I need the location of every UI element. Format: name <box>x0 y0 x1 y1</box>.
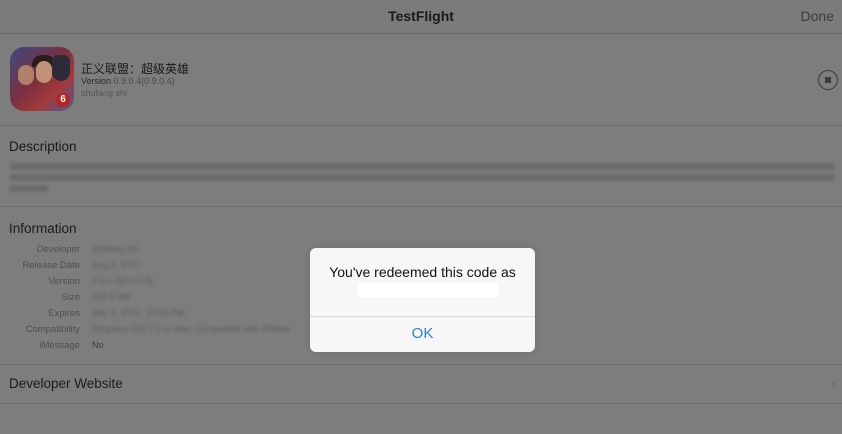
alert-message: You've redeemed this code as <box>329 264 516 280</box>
ok-button[interactable]: OK <box>310 317 535 352</box>
divider <box>0 364 842 365</box>
information-title: Information <box>9 221 77 236</box>
info-value-release-date: Aug 2, 2017 <box>92 260 141 270</box>
app-name: 正义联盟：超级英雄 <box>81 62 190 76</box>
nav-title: TestFlight <box>388 8 454 24</box>
stop-install-button[interactable] <box>818 70 838 90</box>
done-button[interactable]: Done <box>801 8 834 24</box>
redacted-email-field <box>358 283 498 297</box>
info-label-developer: Developer <box>36 244 80 255</box>
info-value-size: 293.6 MB <box>92 292 131 302</box>
chevron-right-icon: › <box>831 375 836 391</box>
version-value: 0.9.0.4(0.9.0.4) <box>113 76 175 86</box>
info-label-expires: Expires <box>48 308 80 319</box>
version-label: Version <box>81 76 112 86</box>
info-label-release-date: Release Date <box>22 260 80 271</box>
heroine-face-shape <box>36 61 52 83</box>
info-value-expires: Sep 2, 2017, 10:09 PM <box>92 308 185 318</box>
stop-icon <box>825 77 831 83</box>
description-text-line <box>10 163 835 170</box>
app-version: Version 0.9.0.4(0.9.0.4) <box>81 76 175 86</box>
navigation-bar: TestFlight Done <box>0 0 842 34</box>
redeem-alert-dialog: You've redeemed this code as OK <box>310 248 535 352</box>
developer-website-link[interactable]: Developer Website <box>9 376 123 391</box>
info-label-size: Size <box>61 292 80 303</box>
info-value-imessage: No <box>92 340 104 350</box>
app-icon: 6 <box>10 47 74 111</box>
app-developer: shufang shi <box>81 88 128 98</box>
description-text-line <box>10 174 835 181</box>
info-label-version: Version <box>48 276 80 287</box>
divider <box>0 403 842 404</box>
info-label-compatibility: Compatibility <box>25 324 80 335</box>
info-value-compatibility: Requires iOS 7.0 or later. Compatible wi… <box>92 324 291 334</box>
info-value-developer: shufang shi <box>92 244 139 254</box>
divider <box>0 206 842 207</box>
description-title: Description <box>9 139 77 154</box>
bat-mask-shape <box>52 55 70 81</box>
info-value-version: 0.9.0.4(0.9.0.4) <box>92 276 154 286</box>
hero-face-shape <box>18 65 34 85</box>
info-label-imessage: iMessage <box>39 340 80 351</box>
description-text-line <box>10 185 48 192</box>
app-icon-badge: 6 <box>56 93 70 107</box>
